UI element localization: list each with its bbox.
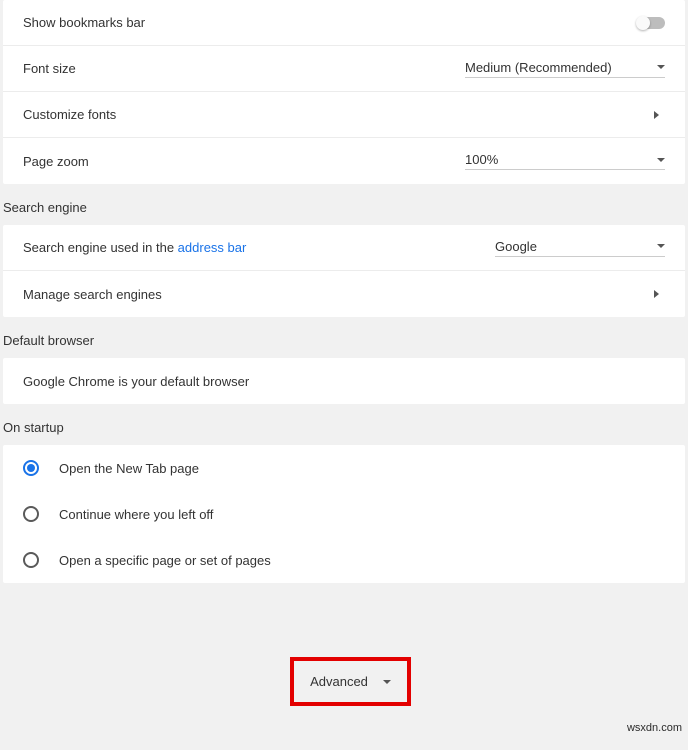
startup-option-label: Open a specific page or set of pages	[59, 553, 271, 568]
page-zoom-row: Page zoom 100%	[3, 138, 685, 184]
default-browser-title: Default browser	[0, 317, 688, 358]
search-engine-title: Search engine	[0, 184, 688, 225]
search-engine-label: Search engine used in the address bar	[23, 240, 495, 255]
appearance-section: Show bookmarks bar Font size Medium (Rec…	[3, 0, 685, 184]
bookmarks-bar-label: Show bookmarks bar	[23, 15, 637, 30]
search-engine-value: Google	[495, 239, 537, 254]
dropdown-icon	[657, 158, 665, 162]
dropdown-icon	[383, 680, 391, 684]
radio-icon	[23, 552, 39, 568]
on-startup-section: Open the New Tab page Continue where you…	[3, 445, 685, 583]
address-bar-link[interactable]: address bar	[178, 240, 247, 255]
default-browser-section: Google Chrome is your default browser	[3, 358, 685, 404]
chevron-right-icon	[654, 111, 659, 119]
font-size-select[interactable]: Medium (Recommended)	[465, 60, 665, 78]
search-engine-select[interactable]: Google	[495, 239, 665, 257]
default-browser-row: Google Chrome is your default browser	[3, 358, 685, 404]
startup-option-specific[interactable]: Open a specific page or set of pages	[3, 537, 685, 583]
advanced-label: Advanced	[310, 674, 368, 689]
dropdown-icon	[657, 244, 665, 248]
search-engine-row: Search engine used in the address bar Go…	[3, 225, 685, 271]
page-zoom-select[interactable]: 100%	[465, 152, 665, 170]
font-size-label: Font size	[23, 61, 465, 76]
startup-option-continue[interactable]: Continue where you left off	[3, 491, 685, 537]
font-size-row: Font size Medium (Recommended)	[3, 46, 685, 92]
chevron-right-icon	[654, 290, 659, 298]
search-engine-section: Search engine used in the address bar Go…	[3, 225, 685, 317]
startup-option-label: Open the New Tab page	[59, 461, 199, 476]
dropdown-icon	[657, 65, 665, 69]
customize-fonts-row[interactable]: Customize fonts	[3, 92, 685, 138]
advanced-button[interactable]: Advanced	[290, 657, 411, 706]
page-zoom-label: Page zoom	[23, 154, 465, 169]
default-browser-text: Google Chrome is your default browser	[23, 374, 665, 389]
radio-icon	[23, 506, 39, 522]
font-size-value: Medium (Recommended)	[465, 60, 612, 75]
watermark: wsxdn.com	[627, 722, 682, 734]
startup-option-label: Continue where you left off	[59, 507, 213, 522]
radio-icon	[23, 460, 39, 476]
search-engine-label-pre: Search engine used in the	[23, 240, 178, 255]
startup-option-new-tab[interactable]: Open the New Tab page	[3, 445, 685, 491]
toggle-knob	[636, 16, 650, 30]
bookmarks-bar-row: Show bookmarks bar	[3, 0, 685, 46]
on-startup-title: On startup	[0, 404, 688, 445]
manage-search-engines-row[interactable]: Manage search engines	[3, 271, 685, 317]
manage-search-engines-label: Manage search engines	[23, 287, 654, 302]
page-zoom-value: 100%	[465, 152, 498, 167]
customize-fonts-label: Customize fonts	[23, 107, 654, 122]
bookmarks-bar-toggle[interactable]	[637, 17, 665, 29]
